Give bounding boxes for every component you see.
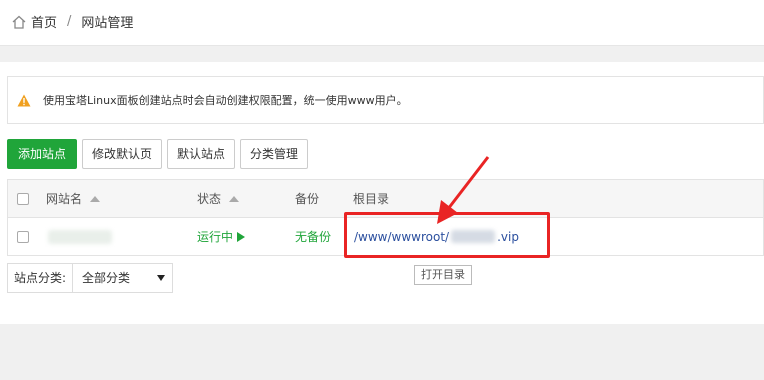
header-root-dir-label: 根目录 [353, 192, 390, 206]
header-status-label: 状态 [197, 192, 222, 206]
status-cell[interactable]: 运行中 [197, 218, 246, 255]
status-text: 运行中 [197, 230, 234, 244]
category-select-value: 全部分类 [82, 271, 131, 285]
toolbar: 添加站点 修改默认页 默认站点 分类管理 [7, 139, 313, 169]
category-select[interactable]: 全部分类 [73, 263, 174, 293]
main-panel: 使用宝塔Linux面板创建站点时会自动创建权限配置，统一使用www用户。 添加站… [0, 62, 764, 324]
row-select-cell [17, 218, 29, 255]
select-all-cell [17, 180, 29, 217]
notice-banner: 使用宝塔Linux面板创建站点时会自动创建权限配置，统一使用www用户。 [7, 76, 764, 124]
category-manage-button[interactable]: 分类管理 [240, 139, 309, 169]
category-filter: 站点分类: 全部分类 [7, 263, 174, 293]
breadcrumb: 首页 / 网站管理 [11, 12, 133, 31]
breadcrumb-home[interactable]: 首页 [31, 12, 57, 31]
header-site-name[interactable]: 网站名 [46, 180, 101, 217]
row-checkbox[interactable] [17, 230, 29, 243]
header-site-name-label: 网站名 [46, 192, 83, 206]
home-icon[interactable] [11, 14, 27, 30]
category-filter-label: 站点分类: [7, 263, 74, 293]
notice-text: 使用宝塔Linux面板创建站点时会自动创建权限配置，统一使用www用户。 [43, 94, 408, 107]
header-status[interactable]: 状态 [197, 180, 240, 217]
breadcrumb-current: 网站管理 [81, 16, 134, 31]
site-name-cell[interactable] [48, 218, 112, 255]
add-site-button[interactable]: 添加站点 [7, 139, 78, 169]
warning-icon [17, 94, 31, 106]
highlight-box [344, 212, 550, 258]
chevron-down-icon [157, 275, 166, 281]
backup-text: 无备份 [295, 230, 332, 244]
top-bar: 首页 / 网站管理 [0, 0, 764, 46]
backup-cell[interactable]: 无备份 [295, 218, 331, 255]
open-directory-tooltip: 打开目录 [414, 265, 472, 285]
site-name-redacted [48, 229, 112, 244]
default-site-button[interactable]: 默认站点 [167, 139, 236, 169]
select-all-checkbox[interactable] [17, 192, 29, 205]
header-backup: 备份 [295, 180, 319, 217]
edit-default-page-button[interactable]: 修改默认页 [82, 139, 163, 169]
play-icon [237, 231, 246, 242]
breadcrumb-separator: / [67, 14, 72, 29]
header-backup-label: 备份 [295, 192, 320, 206]
sort-up-icon[interactable] [229, 195, 240, 202]
sort-up-icon[interactable] [90, 195, 101, 202]
